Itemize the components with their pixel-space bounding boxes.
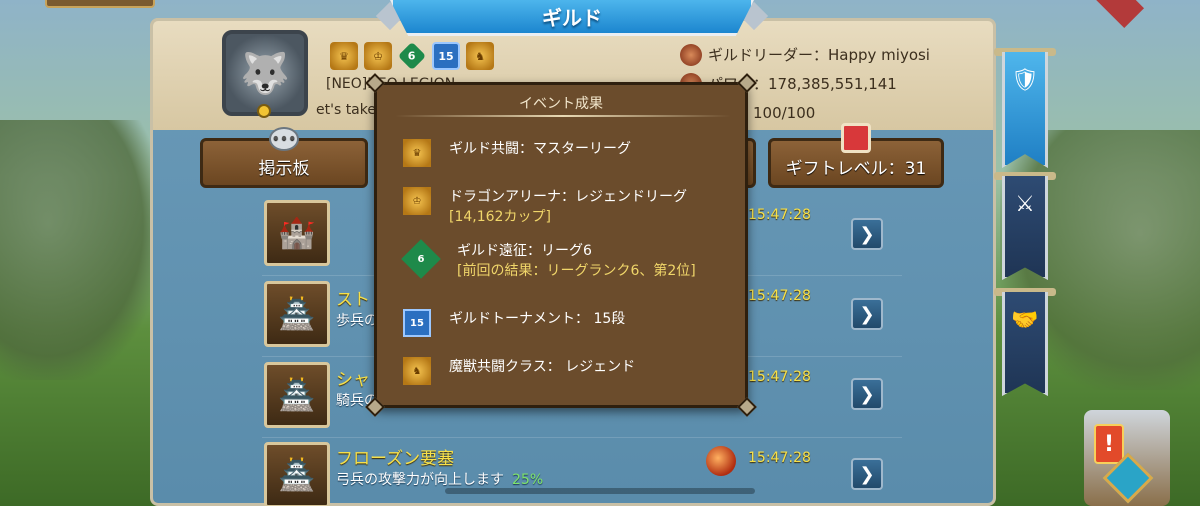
leader-text: ギルドリーダー：Happy miyosi xyxy=(708,46,930,64)
row-thumbnail-fortress-icon: 🏯 xyxy=(264,442,330,506)
guild-fest-badge-icon[interactable]: ♛ xyxy=(330,42,358,70)
achievement-badges: ♛ ♔ 6 15 ♞ xyxy=(330,41,494,71)
popup-item-monster-hunt: ♞ 魔獣共闘クラス： レジェンド xyxy=(403,357,635,385)
league-diamond-icon: 6 xyxy=(401,239,441,279)
resource-badge[interactable] xyxy=(45,0,155,8)
row-thumbnail-fortress-icon: 🏯 xyxy=(264,362,330,428)
monster-hunt-badge-icon[interactable]: ♞ xyxy=(466,42,494,70)
board-button[interactable]: ••• 掲示板 xyxy=(200,127,368,188)
row-divider xyxy=(262,437,902,438)
row-description: 弓兵の攻撃力が向上します 25% xyxy=(336,469,543,489)
row-arrow-button[interactable]: ❯ xyxy=(851,218,883,250)
scrollbar[interactable] xyxy=(445,488,755,494)
popup-item-text: ギルド遠征：リーグ6 xyxy=(457,243,592,259)
alert-exclamation-icon[interactable]: ! xyxy=(1094,424,1124,464)
popup-item-text: ギルドトーナメント： 15段 xyxy=(449,311,626,327)
gift-level-label: ギフトレベル：31 xyxy=(785,159,927,179)
winged-shield-icon: 🛡 xyxy=(1011,68,1039,93)
row-title: スト xyxy=(336,290,370,310)
row-title: フローズン要塞 xyxy=(336,449,455,469)
gift-box-icon xyxy=(841,123,871,153)
tournament-shield-icon: 15 xyxy=(403,309,431,337)
row-timer: 15:47:28 xyxy=(748,288,811,304)
chat-bubble-icon: ••• xyxy=(269,127,299,151)
knight-helmet-icon: ♞ xyxy=(403,357,431,385)
row-description-text: 弓兵の攻撃力が向上します xyxy=(336,472,504,488)
crossed-swords-icon: ⚔ xyxy=(1015,192,1035,217)
emblem-status-dot xyxy=(257,104,271,118)
popup-item-guild-expedition: 6 ギルド遠征：リーグ6 [前回の結果：リーグランク6、第2位] xyxy=(401,239,696,281)
popup-divider xyxy=(395,115,731,117)
tournament-badge-icon[interactable]: 15 xyxy=(432,42,460,70)
handshake-icon: 🤝 xyxy=(1011,308,1039,333)
board-label: 掲示板 xyxy=(258,159,310,179)
popup-item-dragon-arena: ♔ ドラゴンアリーナ：レジェンドリーグ [14,162カップ] xyxy=(403,187,687,227)
popup-item-guild-tournament: 15 ギルドトーナメント： 15段 xyxy=(403,309,625,337)
row-timer: 15:47:28 xyxy=(748,207,811,223)
dragon-arena-badge-icon[interactable]: ♔ xyxy=(364,42,392,70)
leader-line: ギルドリーダー：Happy miyosi xyxy=(680,40,930,69)
crown-badge-icon: ♛ xyxy=(403,139,431,167)
popup-item-text: ドラゴンアリーナ：レジェンドリーグ xyxy=(449,189,687,205)
row-description: 歩兵の xyxy=(336,313,378,329)
row-timer: 15:47:28 xyxy=(748,369,811,385)
fire-orb-icon xyxy=(706,446,736,476)
row-timer: 15:47:28 xyxy=(748,450,811,466)
tab-guild-war[interactable]: ⚔ xyxy=(1002,176,1048,280)
popup-item-subtext: [前回の結果：リーグランク6、第2位] xyxy=(457,263,696,279)
gift-level-button[interactable]: ギフトレベル：31 xyxy=(768,123,944,188)
row-arrow-button[interactable]: ❯ xyxy=(851,298,883,330)
row-percentage: 25% xyxy=(512,472,544,488)
row-arrow-button[interactable]: ❯ xyxy=(851,458,883,490)
popup-item-text: 魔獣共闘クラス： レジェンド xyxy=(449,359,636,375)
tab-guild-info[interactable]: 🛡 xyxy=(1002,52,1048,168)
row-arrow-button[interactable]: ❯ xyxy=(851,378,883,410)
popup-item-subtext: [14,162カップ] xyxy=(449,209,551,225)
guild-motto: et's take xyxy=(316,102,376,118)
popup-item-guild-fest: ♛ ギルド共闘：マスターリーグ xyxy=(403,139,631,167)
row-title: シャ xyxy=(336,370,370,390)
expedition-badge-icon[interactable]: 6 xyxy=(397,41,427,71)
leader-icon xyxy=(680,43,702,66)
window-title: ギルド xyxy=(390,0,754,36)
row-thumbnail-castle-icon: 🏰 xyxy=(264,200,330,266)
dragon-trophy-icon: ♔ xyxy=(403,187,431,215)
event-achievements-popup: イベント成果 ♛ ギルド共闘：マスターリーグ ♔ ドラゴンアリーナ：レジェンドリ… xyxy=(365,73,757,417)
popup-item-text: ギルド共闘：マスターリーグ xyxy=(449,141,631,157)
popup-title: イベント成果 xyxy=(519,96,603,112)
tab-guild-help[interactable]: 🤝 xyxy=(1002,292,1048,396)
gem-icon xyxy=(1095,0,1145,29)
row-thumbnail-fortress-icon: 🏯 xyxy=(264,281,330,347)
background-hill-left xyxy=(0,120,160,380)
